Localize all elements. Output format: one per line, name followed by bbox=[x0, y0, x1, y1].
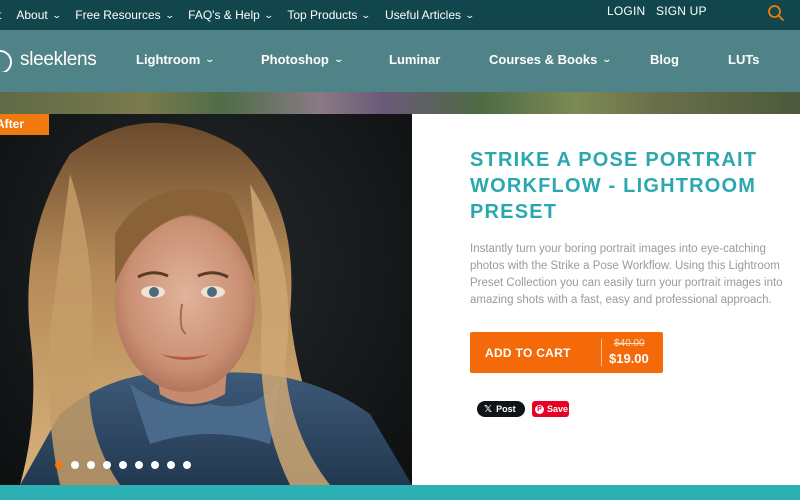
product-title: STRIKE A POSE PORTRAIT WORKFLOW - LIGHTR… bbox=[470, 149, 758, 223]
nav-item-label: LUTs bbox=[728, 52, 760, 67]
chevron-down-icon: ⌄ bbox=[360, 9, 372, 20]
pinterest-icon: P bbox=[535, 404, 544, 414]
bottom-accent-strip bbox=[0, 485, 800, 500]
product-details: STRIKE A POSE PORTRAIT WORKFLOW - LIGHTR… bbox=[412, 114, 800, 485]
after-badge: After bbox=[0, 114, 49, 135]
x-post-label: Post bbox=[496, 404, 516, 414]
top-link-label: Top Products bbox=[287, 8, 358, 22]
nav-item-luts[interactable]: LUTs bbox=[728, 52, 760, 67]
chevron-down-icon: ⌄ bbox=[164, 9, 175, 20]
search-icon[interactable] bbox=[767, 4, 785, 22]
nav-item-label: Luminar bbox=[389, 52, 441, 67]
add-to-cart-button[interactable]: ADD TO CART $40.00 $19.00 bbox=[470, 332, 663, 373]
chevron-down-icon: ⌄ bbox=[601, 54, 613, 64]
slider-pagination bbox=[55, 461, 191, 469]
after-badge-label: After bbox=[0, 117, 25, 131]
product-description: Instantly turn your boring portrait imag… bbox=[470, 243, 783, 306]
top-links: t About⌄ Free Resources⌄ FAQ's & Help⌄ T… bbox=[0, 0, 476, 30]
slider-dot[interactable] bbox=[151, 461, 159, 469]
banner-image-strip bbox=[0, 92, 800, 114]
signup-link[interactable]: SIGN UP bbox=[656, 4, 707, 18]
top-link-top-products[interactable]: Top Products ⌄ bbox=[287, 8, 372, 22]
top-link-label: Useful Articles bbox=[384, 8, 461, 22]
old-price: $40.00 bbox=[614, 338, 645, 349]
top-link-useful-articles[interactable]: Useful Articles ⌄ bbox=[384, 8, 476, 22]
login-link[interactable]: LOGIN bbox=[607, 4, 645, 18]
nav-item-courses-books[interactable]: Courses & Books ⌄ bbox=[489, 52, 613, 67]
logo-text: sleeklens bbox=[20, 49, 97, 70]
slider-dot[interactable] bbox=[87, 461, 95, 469]
top-link-about[interactable]: About ⌄ bbox=[16, 8, 62, 22]
site-logo[interactable]: sleeklens bbox=[0, 47, 97, 73]
nav-item-label: Blog bbox=[650, 52, 679, 67]
logo-mark-icon bbox=[0, 48, 14, 72]
nav-item-blog[interactable]: Blog bbox=[650, 52, 679, 67]
chevron-down-icon: ⌄ bbox=[263, 9, 274, 20]
nav-item-luminar[interactable]: Luminar bbox=[389, 52, 440, 67]
cart-divider bbox=[601, 339, 602, 366]
slider-dot[interactable] bbox=[135, 461, 143, 469]
slider-dot[interactable] bbox=[183, 461, 191, 469]
nav-item-label: Lightroom bbox=[136, 52, 201, 67]
top-link-label: Free Resources bbox=[75, 8, 161, 22]
add-to-cart-label: ADD TO CART bbox=[485, 346, 571, 360]
nav-item-lightroom[interactable]: Lightroom ⌄ bbox=[136, 52, 216, 67]
top-utility-bar: t About⌄ Free Resources⌄ FAQ's & Help⌄ T… bbox=[0, 0, 800, 30]
x-post-button[interactable]: 𝕏 Post bbox=[477, 401, 525, 417]
x-logo-icon: 𝕏 bbox=[484, 403, 493, 415]
chevron-down-icon: ⌄ bbox=[333, 54, 344, 64]
main-navigation: sleeklens Lightroom ⌄ Photoshop ⌄ Luminar … bbox=[0, 30, 800, 92]
slider-dot[interactable] bbox=[119, 461, 127, 469]
slider-dot[interactable] bbox=[71, 461, 79, 469]
top-link-label: FAQ's & Help bbox=[188, 8, 260, 22]
slider-dot[interactable] bbox=[55, 461, 63, 469]
sale-price: $19.00 bbox=[609, 351, 649, 366]
slider-dot[interactable] bbox=[167, 461, 175, 469]
nav-item-photoshop[interactable]: Photoshop ⌄ bbox=[261, 52, 344, 67]
nav-item-label: Courses & Books bbox=[489, 52, 598, 67]
chevron-down-icon: ⌄ bbox=[51, 9, 62, 20]
pinterest-save-button[interactable]: P Save bbox=[532, 401, 569, 417]
nav-item-label: Photoshop bbox=[261, 52, 329, 67]
chevron-down-icon: ⌄ bbox=[464, 9, 476, 20]
top-link-partial[interactable]: t bbox=[0, 8, 1, 22]
product-image-slider[interactable]: After bbox=[0, 114, 412, 485]
portrait-photo bbox=[20, 122, 412, 485]
top-link-label: About bbox=[16, 8, 48, 22]
slider-dot[interactable] bbox=[103, 461, 111, 469]
top-link-free-resources[interactable]: Free Resources ⌄ bbox=[75, 8, 175, 22]
top-link-label: t bbox=[0, 8, 1, 22]
pinterest-save-label: Save bbox=[547, 404, 569, 414]
top-link-faqs-help[interactable]: FAQ's & Help ⌄ bbox=[188, 8, 274, 22]
chevron-down-icon: ⌄ bbox=[204, 54, 216, 64]
